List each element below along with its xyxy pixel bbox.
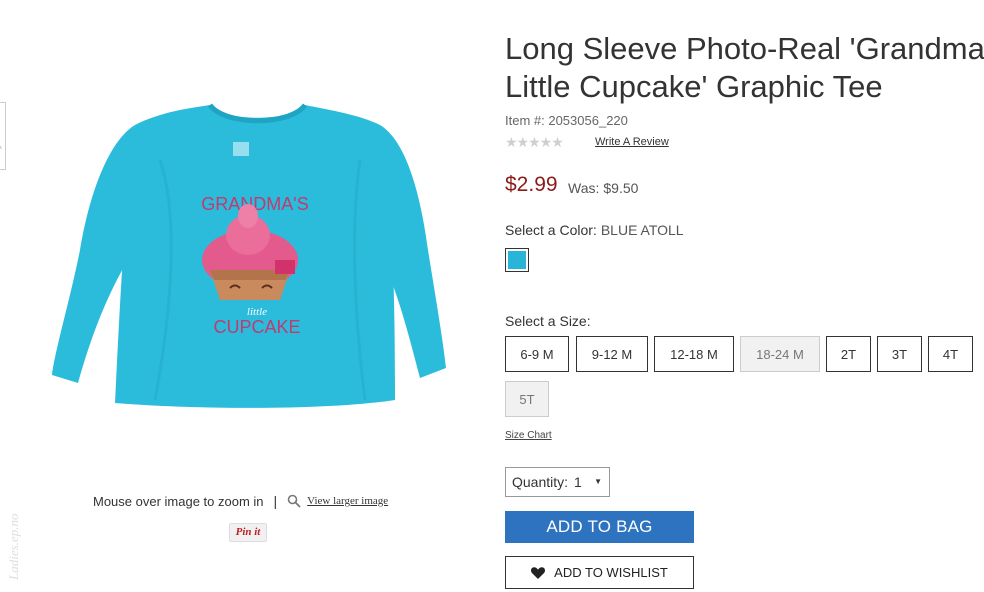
pin-it-button[interactable]: Pin it [229,523,267,542]
side-tab-glyph: ^ [0,145,2,154]
size-option-6-9m[interactable]: 6-9 M [505,336,569,372]
wishlist-label: ADD TO WISHLIST [554,565,668,580]
size-selector-label: Select a Size: [505,313,591,329]
size-option-5t[interactable]: 5T [505,381,549,417]
product-image[interactable]: GRANDMA'S little CUPCAKE [50,100,460,420]
color-selector-label: Select a Color: BLUE ATOLL [505,222,684,238]
size-option-12-18m[interactable]: 12-18 M [654,336,734,372]
image-tools: Mouse over image to zoom in | View large… [93,493,388,509]
quantity-label: Quantity: [512,474,569,490]
add-to-bag-button[interactable]: ADD TO BAG [505,511,694,543]
add-to-wishlist-button[interactable]: ADD TO WISHLIST [505,556,694,589]
size-option-18-24m[interactable]: 18-24 M [740,336,820,372]
swatch-fill [508,251,526,269]
quantity-value: 1 [574,474,582,490]
side-panel-tab[interactable]: ^ [0,102,6,170]
size-chart-link[interactable]: Size Chart [505,430,552,441]
quantity-select[interactable]: Quantity: 1 ▼ [505,467,610,497]
product-title-line-1: Long Sleeve Photo-Real 'Grandma's [505,31,984,66]
size-option-4t[interactable]: 4T [928,336,973,372]
color-swatch-blue-atoll[interactable] [505,248,529,272]
was-price-value: $9.50 [603,180,639,196]
write-review-link[interactable]: Write A Review [595,136,669,148]
product-title-line-2: Little Cupcake' Graphic Tee [505,69,883,104]
watermark: Ladies.ep.no [6,513,21,580]
sale-price: $2.99 [505,173,558,196]
color-label-text: Select a Color: [505,222,597,238]
selected-color-name: BLUE ATOLL [600,222,684,238]
item-number: Item #: 2053056_220 [505,113,628,128]
was-price: Was: $9.50 [568,180,638,196]
magnifier-icon [287,494,301,508]
image-text-cupcake: CUPCAKE [213,317,300,337]
size-option-3t[interactable]: 3T [877,336,922,372]
zoom-hint: Mouse over image to zoom in [93,493,264,509]
view-larger-image-link[interactable]: View larger image [307,495,388,507]
dropdown-arrow-icon: ▼ [594,477,602,486]
size-option-2t[interactable]: 2T [826,336,871,372]
rating-stars: ★★★★★ [505,134,564,150]
size-option-9-12m[interactable]: 9-12 M [576,336,648,372]
separator: | [273,493,278,509]
heart-icon [531,566,546,579]
was-label: Was: [568,180,600,196]
product-title: Long Sleeve Photo-Real 'Grandma's Little… [505,30,984,106]
